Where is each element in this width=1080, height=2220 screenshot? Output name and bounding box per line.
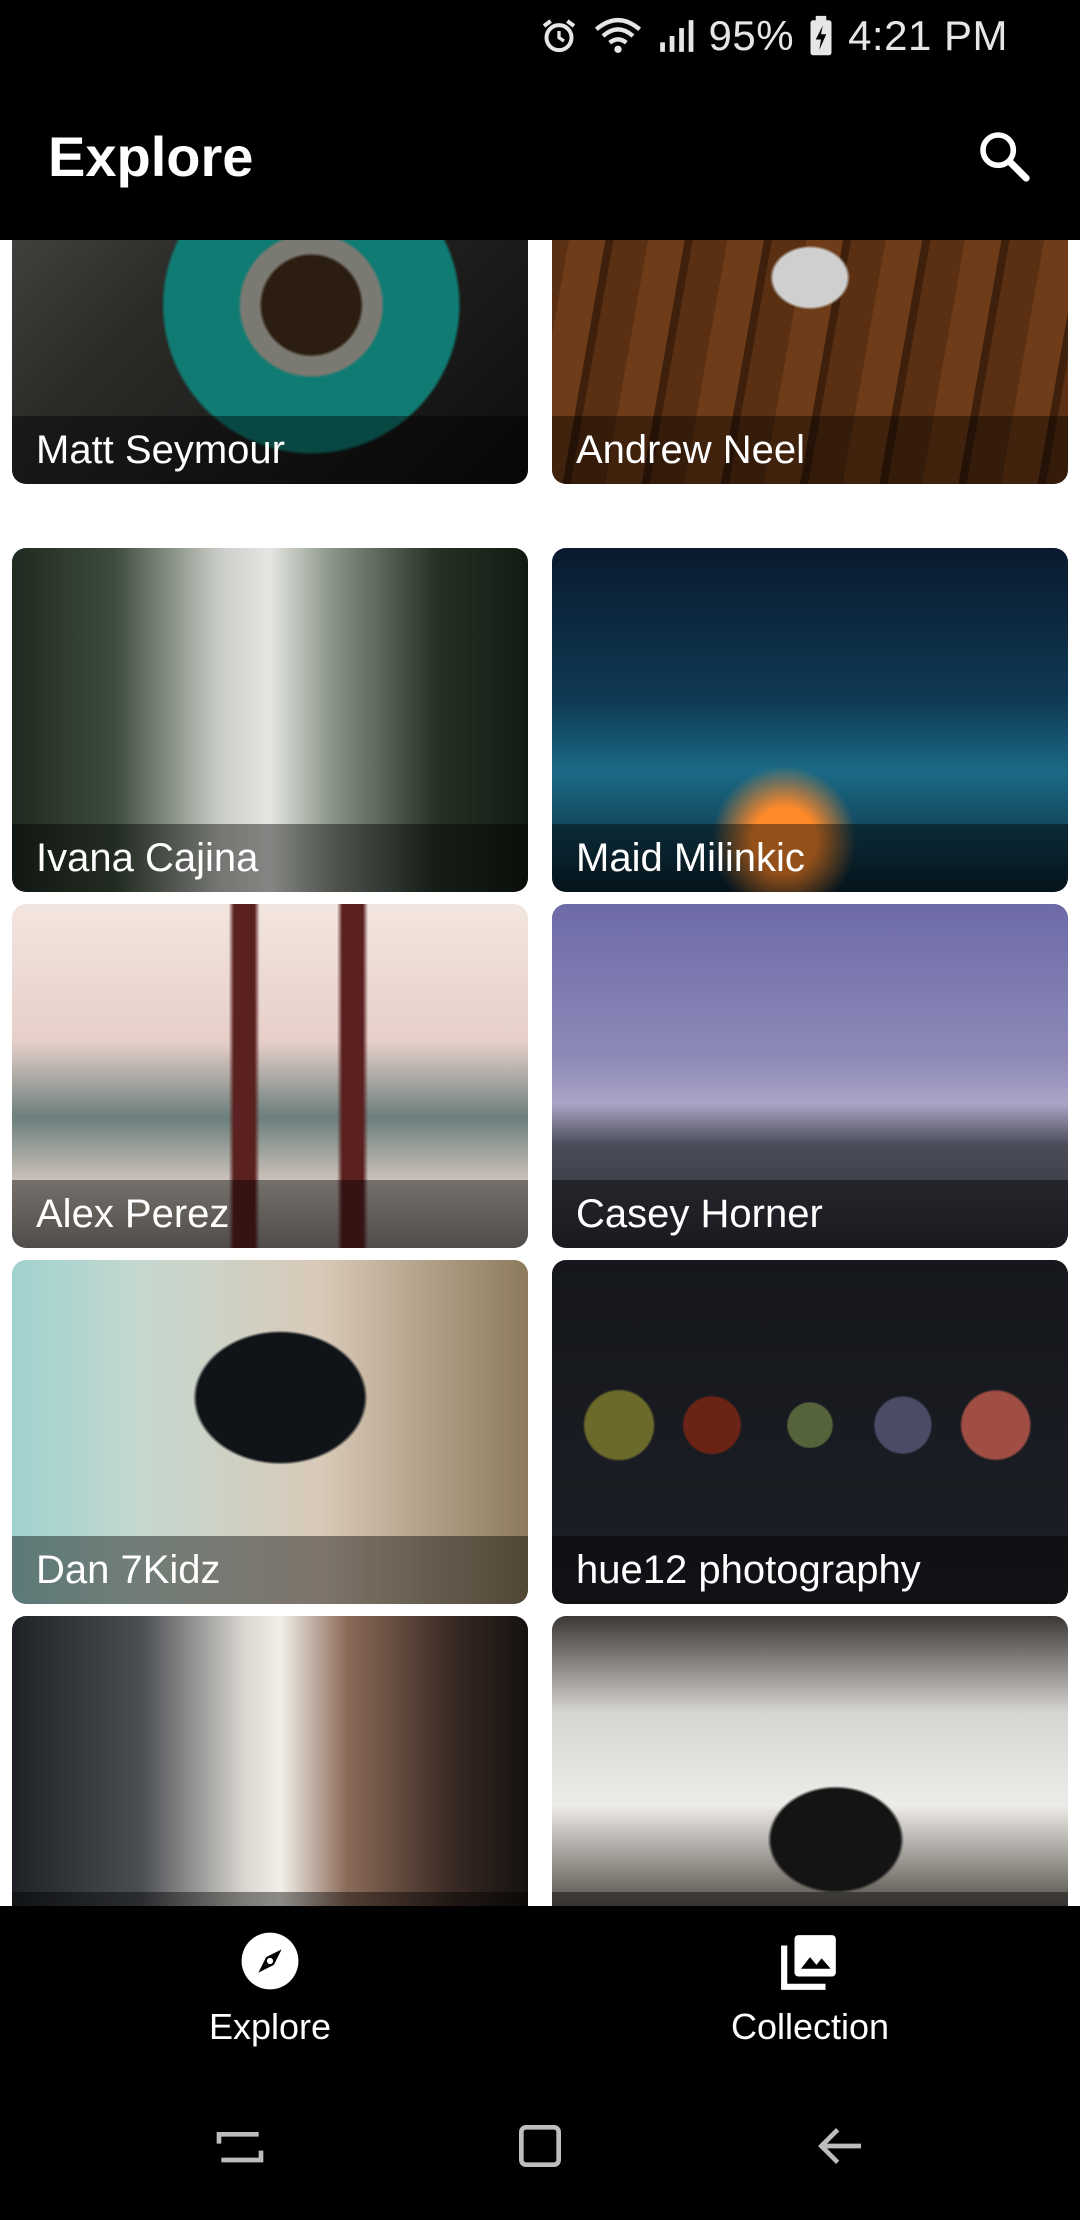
photo-card[interactable]: Matt Seymour xyxy=(12,240,528,484)
nav-label-explore: Explore xyxy=(208,2006,332,2047)
photo-library-icon xyxy=(781,1935,836,1990)
nav-item-collection[interactable]: Collection xyxy=(540,1906,1080,2072)
nav-item-explore[interactable]: Explore xyxy=(0,1906,540,2072)
wifi-icon xyxy=(594,18,641,53)
photo-grid: Matt Seymour Andrew Neel Ivana Cajina Ma… xyxy=(0,240,1080,1906)
nav-label-collection: Collection xyxy=(730,2006,890,2047)
photo-card[interactable]: Casey Horner xyxy=(552,904,1068,1248)
photo-card[interactable]: Maid Milinkic xyxy=(552,548,1068,892)
photo-card[interactable] xyxy=(552,1616,1068,1906)
photo-author: Matt Seymour xyxy=(12,416,528,484)
recent-apps-button[interactable] xyxy=(180,2096,300,2196)
signal-icon xyxy=(659,20,693,52)
photo-author: Dan 7Kidz xyxy=(12,1536,528,1604)
back-icon xyxy=(818,2128,861,2164)
photo-author: Alex Perez xyxy=(12,1180,528,1248)
back-button[interactable] xyxy=(780,2096,900,2196)
photo-card[interactable]: hue12 photography xyxy=(552,1260,1068,1604)
bottom-navigation: Explore Collection xyxy=(0,1906,1080,2072)
photo-card[interactable]: Dan 7Kidz xyxy=(12,1260,528,1604)
photo-author: Maid Milinkic xyxy=(552,824,1068,892)
search-icon xyxy=(980,132,1030,182)
app-bar: Explore xyxy=(0,72,1080,240)
photo-author: hue12 photography xyxy=(552,1536,1068,1604)
photo-card[interactable]: Andrew Neel xyxy=(552,240,1068,484)
clock: 4:21 PM xyxy=(848,12,1008,59)
photo-card[interactable] xyxy=(12,1616,528,1906)
compass-icon xyxy=(241,1932,299,1990)
home-icon xyxy=(519,2125,561,2167)
recent-apps-icon xyxy=(216,2132,264,2163)
photo-author: Casey Horner xyxy=(552,1180,1068,1248)
system-navigation xyxy=(0,2072,1080,2220)
status-bar: 95% 4:21 PM xyxy=(0,0,1080,72)
battery-charging-icon xyxy=(810,15,832,56)
battery-percentage: 95% xyxy=(708,12,795,59)
photo-card[interactable]: Alex Perez xyxy=(12,904,528,1248)
photo-card[interactable]: Ivana Cajina xyxy=(12,548,528,892)
photo-author xyxy=(12,1892,528,1906)
alarm-icon xyxy=(542,19,575,53)
search-button[interactable] xyxy=(964,116,1044,196)
photo-author: Andrew Neel xyxy=(552,416,1068,484)
page-title: Explore xyxy=(48,124,254,188)
home-button[interactable] xyxy=(480,2096,600,2196)
photo-author: Ivana Cajina xyxy=(12,824,528,892)
photo-author xyxy=(552,1892,1068,1906)
